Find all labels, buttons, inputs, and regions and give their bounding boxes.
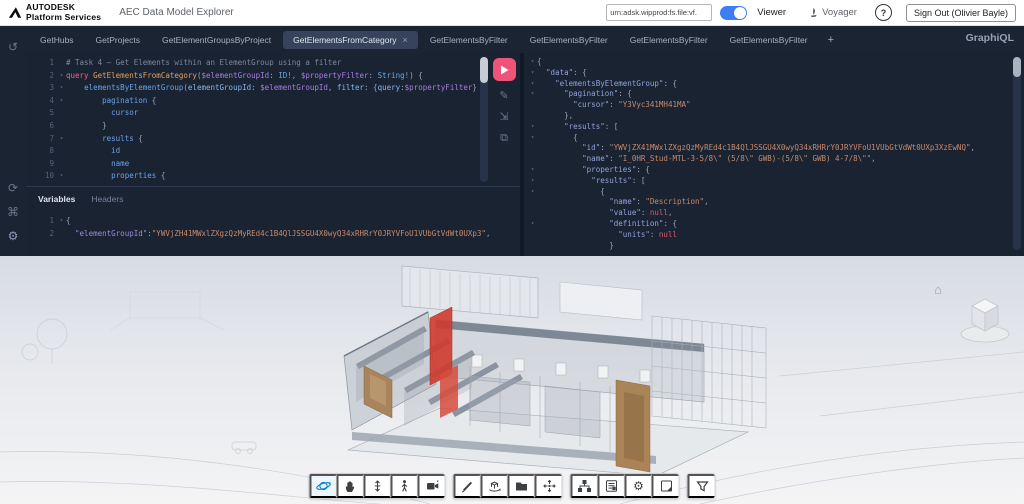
folder-icon[interactable]: [507, 474, 535, 498]
first-person-icon[interactable]: [390, 474, 418, 498]
query-code[interactable]: 1 # Task 4 — Get Elements within an Eleme…: [26, 57, 476, 186]
merge-fragments-icon[interactable]: ⇲: [499, 112, 508, 123]
help-button[interactable]: ?: [874, 4, 892, 21]
filter-icon[interactable]: [687, 474, 715, 498]
viewer-toggle[interactable]: [720, 5, 748, 20]
voyager-icon: [810, 7, 817, 18]
response-pane: ▾{▾ "data": {▾ "elementsByElementGroup":…: [524, 53, 1024, 256]
filter-group: [686, 473, 716, 499]
query-tab-bar: GetHubs GetProjects GetElementGroupsByProj…: [26, 26, 1024, 53]
execute-query-button[interactable]: [492, 58, 516, 81]
voyager-link[interactable]: Voyager: [808, 7, 857, 18]
autodesk-logo: AUTODESK Platform Services: [8, 1, 102, 23]
explode-icon[interactable]: [534, 474, 562, 498]
top-bar: AUTODESK Platform Services AEC Data Mode…: [0, 0, 1024, 26]
copy-query-icon[interactable]: ⧉: [500, 133, 508, 144]
brand-text: AUTODESK Platform Services: [26, 1, 102, 22]
view-cube[interactable]: [958, 288, 1012, 346]
settings-icon-viewer[interactable]: ⚙: [624, 474, 652, 498]
query-editor[interactable]: 1 # Task 4 — Get Elements within an Eleme…: [26, 53, 520, 186]
graphiql-sidebar: ↺ ⟳ ⌘ ⚙: [0, 26, 26, 256]
viewer-canvas[interactable]: [0, 256, 1024, 504]
graphiql-logo: GraphiQL: [965, 32, 1014, 44]
editor-toolbar: ✎ ⇲ ⧉: [490, 58, 518, 144]
camera-icon[interactable]: [417, 474, 445, 498]
settings-tools-group: ⚙: [569, 473, 680, 499]
editor-scrollbar[interactable]: [480, 57, 488, 182]
query-pane: 1 # Task 4 — Get Elements within an Eleme…: [26, 53, 520, 256]
tab-getprojects[interactable]: GetProjects: [86, 31, 150, 49]
fullscreen-icon[interactable]: [651, 474, 679, 498]
viewer-toolbar: ⚙: [308, 473, 716, 499]
section-analysis-icon[interactable]: [480, 474, 508, 498]
settings-icon[interactable]: ⚙: [8, 229, 19, 243]
variables-panel: Variables Headers 1 ▾{2 "elementGroupId":"…: [26, 186, 520, 256]
sign-out-button[interactable]: Sign Out (Olivier Bayle): [905, 3, 1016, 22]
zoom-icon[interactable]: [363, 474, 391, 498]
autodesk-mark-icon: [8, 7, 22, 18]
tab-getelementsbyfilter[interactable]: GetElementsByFilter: [520, 31, 618, 49]
response-viewer: ▾{▾ "data": {▾ "elementsByElementGroup":…: [530, 57, 975, 250]
tab-gethubs[interactable]: GetHubs: [30, 31, 84, 49]
measure-icon[interactable]: [453, 474, 481, 498]
tab-variables[interactable]: Variables: [38, 194, 75, 204]
model-viewer[interactable]: ⌂ ⚙: [0, 256, 1024, 504]
model-tools-group: [452, 473, 563, 499]
orbit-icon[interactable]: [309, 474, 337, 498]
voyager-label: Voyager: [822, 7, 857, 18]
tab-getelementsbyfilter[interactable]: GetElementsByFilter: [420, 31, 518, 49]
history-icon[interactable]: ↺: [8, 40, 18, 54]
response-scrollbar[interactable]: [1013, 57, 1021, 250]
tab-headers[interactable]: Headers: [91, 194, 123, 204]
tab-getelementsbyfilter[interactable]: GetElementsByFilter: [720, 31, 818, 49]
building-model[interactable]: [343, 265, 767, 477]
graphiql-panel: ↺ ⟳ ⌘ ⚙ GetHubs GetProjects GetElementGrou…: [0, 26, 1024, 256]
pan-icon[interactable]: [336, 474, 364, 498]
page-title: AEC Data Model Explorer: [119, 7, 234, 18]
variables-editor[interactable]: 1 ▾{2 "elementGroupId":"YWVjZH41MWxlZXgzQ…: [26, 209, 520, 240]
navigation-tools-group: [308, 473, 446, 499]
variables-tab-bar: Variables Headers: [26, 187, 520, 209]
tab-close-icon[interactable]: ×: [403, 35, 408, 45]
add-tab-button[interactable]: +: [820, 30, 842, 50]
properties-icon[interactable]: [597, 474, 625, 498]
viewer-toggle-label: Viewer: [757, 7, 787, 18]
keyboard-shortcuts-icon[interactable]: ⌘: [7, 205, 19, 219]
tab-getelementsbyfilter[interactable]: GetElementsByFilter: [620, 31, 718, 49]
tab-getelementgroupsbyproject[interactable]: GetElementGroupsByProject: [152, 31, 281, 49]
model-browser-icon[interactable]: [570, 474, 598, 498]
home-view-icon[interactable]: ⌂: [934, 282, 942, 297]
prettify-icon[interactable]: ✎: [499, 91, 508, 102]
urn-input[interactable]: [606, 4, 713, 21]
re-fetch-schema-icon[interactable]: ⟳: [8, 181, 18, 195]
tab-getelementsfromcategory[interactable]: GetElementsFromCategory ×: [283, 30, 418, 49]
